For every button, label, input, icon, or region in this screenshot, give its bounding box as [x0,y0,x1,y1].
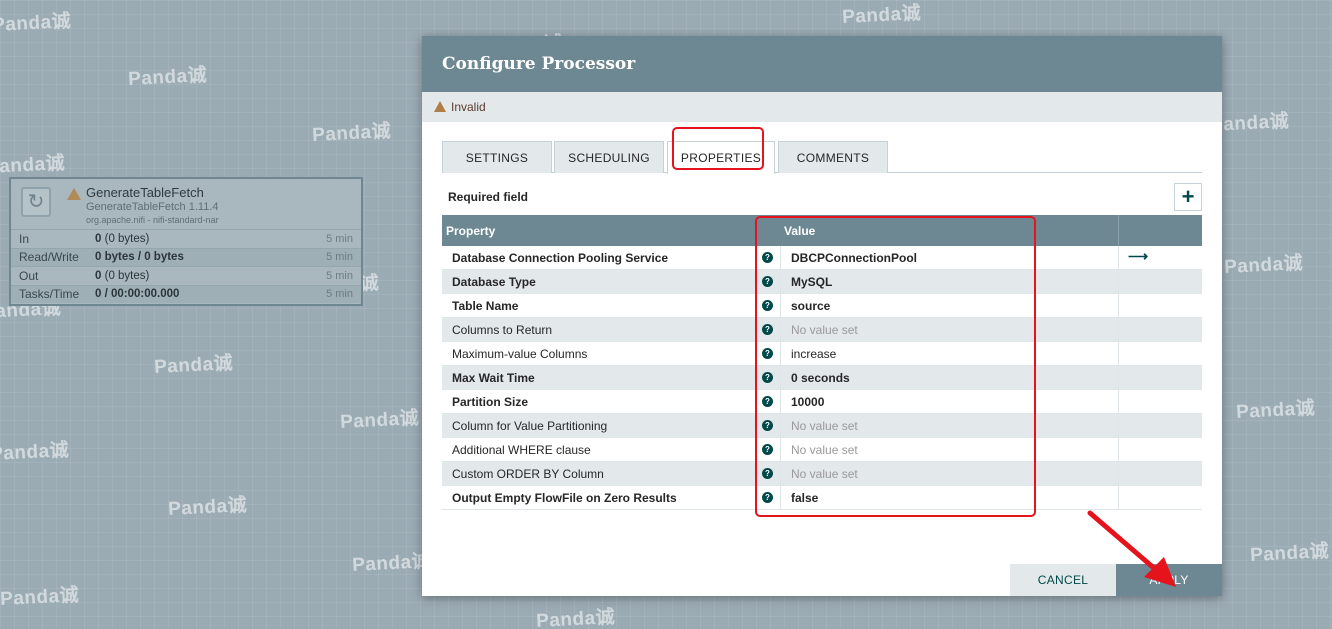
status-bar: Invalid [422,92,1222,122]
watermark-text: Panda诚 [167,494,248,521]
column-header-property[interactable]: Property [446,224,495,238]
stat-value: 0 / 00:00:00.000 [95,288,313,300]
processor-card[interactable]: ↻ GenerateTableFetch GenerateTableFetch … [9,177,363,306]
watermark-text: Panda诚 [1249,540,1330,567]
watermark-text: Panda诚 [0,152,66,179]
tab-comments[interactable]: COMMENTS [778,141,888,173]
stat-window: 5 min [326,251,353,264]
property-name: Partition Size [452,395,529,409]
property-name: Output Empty FlowFile on Zero Results [452,491,677,505]
watermark-text: Panda诚 [535,606,616,629]
processor-stat-row: Tasks/Time 0 / 00:00:00.000 5 min [11,284,361,303]
goto-arrow-icon[interactable]: ⟶ [1128,248,1148,265]
stat-label: Tasks/Time [19,287,80,302]
watermark-text: Panda诚 [841,2,922,29]
stat-value-detail: (0 bytes) [104,232,150,245]
stat-value-main: 0 [95,232,102,245]
warning-icon [434,100,446,112]
processor-bundle: org.apache.nifi - nifi-standard-nar [86,215,219,225]
property-name: Database Connection Pooling Service [452,251,669,265]
column-divider [1118,414,1119,438]
stat-window: 5 min [326,232,353,245]
column-divider [1118,462,1119,486]
watermark-text: Panda诚 [1223,252,1304,279]
property-name: Custom ORDER BY Column [452,467,604,481]
column-divider [1118,390,1119,414]
watermark-text: Panda诚 [0,439,70,466]
stat-label: In [19,231,30,246]
watermark-text: Panda诚 [1235,397,1316,424]
column-divider [1118,318,1119,342]
stat-window: 5 min [326,269,353,282]
processor-refresh-icon: ↻ [21,187,51,217]
required-field-label: Required field [448,190,529,204]
watermark-text: Panda诚 [351,550,432,577]
stat-value-detail: (0 bytes) [104,269,150,282]
property-name: Additional WHERE clause [452,443,591,457]
property-name: Columns to Return [452,323,553,337]
watermark-text: Panda诚 [0,584,80,611]
column-divider [1118,294,1119,318]
processor-header: ↻ GenerateTableFetch GenerateTableFetch … [11,179,361,229]
watermark-text: Panda诚 [311,120,392,147]
dialog-title: Configure Processor [442,54,636,74]
watermark-text: Panda诚 [339,407,420,434]
dialog-header: Configure Processor [422,36,1222,92]
column-divider [1118,246,1119,270]
annotation-box-properties-tab [672,127,764,170]
stat-value: 0 (0 bytes) [95,233,313,245]
processor-stat-row: Read/Write 0 bytes / 0 bytes 5 min [11,247,361,266]
watermark-text: Panda诚 [153,352,234,379]
column-divider [1118,342,1119,366]
column-divider [1118,438,1119,462]
tab-scheduling[interactable]: SCHEDULING [554,141,664,173]
stat-value: 0 (0 bytes) [95,270,313,282]
processor-stats: In 0 (0 bytes) 5 min Read/Write 0 bytes / 0 … [11,229,361,303]
column-divider [1118,215,1119,246]
status-text: Invalid [451,100,486,114]
stat-value-main: 0 [95,269,102,282]
stat-window: 5 min [326,288,353,301]
processor-name: GenerateTableFetch [86,185,204,200]
processor-stat-row: In 0 (0 bytes) 5 min [11,229,361,248]
add-property-button[interactable]: + [1174,183,1202,211]
stat-value-main: 0 / 00:00:00.000 [95,288,180,301]
property-name: Database Type [452,275,536,289]
stat-value: 0 bytes / 0 bytes [95,251,313,263]
property-name: Max Wait Time [452,371,535,385]
processor-stat-row: Out 0 (0 bytes) 5 min [11,266,361,285]
property-name: Table Name [452,299,519,313]
watermark-text: Panda诚 [127,64,208,91]
column-divider [1118,270,1119,294]
processor-type: GenerateTableFetch 1.11.4 [86,201,219,213]
tab-bar: SETTINGS SCHEDULING PROPERTIES COMMENTS [442,141,1202,174]
property-name: Maximum-value Columns [452,347,588,361]
column-divider [1118,366,1119,390]
annotation-box-value-column [755,216,1036,517]
warning-icon [67,188,81,200]
stat-value-main: 0 bytes / 0 bytes [95,251,184,264]
tab-settings[interactable]: SETTINGS [442,141,552,173]
property-name: Column for Value Partitioning [452,419,608,433]
watermark-text: Panda诚 [0,10,72,37]
annotation-arrow [1087,510,1176,587]
stat-label: Out [19,268,39,283]
stat-label: Read/Write [19,250,79,265]
